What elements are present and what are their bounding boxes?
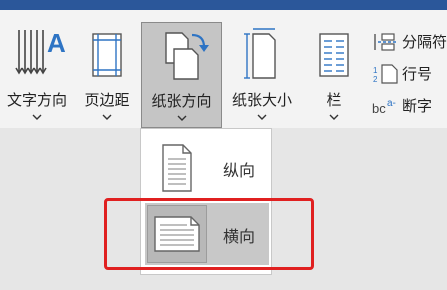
- breaks-icon: [372, 32, 400, 52]
- text-direction-icon: A: [0, 26, 74, 84]
- size-button[interactable]: 纸张大小: [224, 22, 300, 128]
- columns-icon: [306, 26, 362, 84]
- svg-text:bc: bc: [372, 101, 386, 116]
- margins-button[interactable]: 页边距: [76, 22, 138, 128]
- svg-text:A: A: [47, 28, 66, 58]
- chevron-down-icon: [224, 114, 300, 124]
- line-numbers-label: 行号: [402, 65, 433, 83]
- text-direction-button[interactable]: A 文字方向: [0, 22, 74, 128]
- columns-label: 栏: [326, 91, 342, 109]
- chevron-down-icon: [76, 114, 138, 124]
- margins-icon: [76, 26, 138, 84]
- ribbon-page-setup-group: A 文字方向 页边距 纸张方向 纸张大小 栏 分隔符 1 2 行号 bc a- …: [0, 10, 447, 128]
- portrait-option[interactable]: 纵向: [145, 137, 269, 199]
- portrait-label: 纵向: [223, 161, 256, 180]
- orientation-label: 纸张方向: [151, 92, 212, 110]
- portrait-page-icon: [151, 143, 203, 193]
- columns-button[interactable]: 栏: [306, 22, 362, 128]
- orientation-button[interactable]: 纸张方向: [141, 22, 222, 128]
- chevron-down-icon: [0, 114, 74, 124]
- chevron-down-icon: [142, 115, 221, 125]
- orientation-icon: [142, 27, 221, 85]
- size-label: 纸张大小: [231, 91, 292, 109]
- svg-text:a-: a-: [387, 98, 396, 109]
- line-numbers-icon: 1 2: [372, 64, 400, 84]
- svg-text:1: 1: [373, 66, 378, 75]
- highlight-box: [104, 198, 314, 270]
- page-size-icon: [224, 26, 300, 84]
- svg-text:2: 2: [373, 75, 378, 84]
- chevron-down-icon: [306, 114, 362, 124]
- margins-label: 页边距: [84, 91, 130, 109]
- hyphenation-label: 断字: [402, 97, 433, 115]
- breaks-label: 分隔符: [402, 33, 447, 51]
- text-direction-label: 文字方向: [6, 91, 67, 109]
- title-bar: [0, 0, 447, 10]
- hyphenation-icon: bc a-: [372, 96, 400, 116]
